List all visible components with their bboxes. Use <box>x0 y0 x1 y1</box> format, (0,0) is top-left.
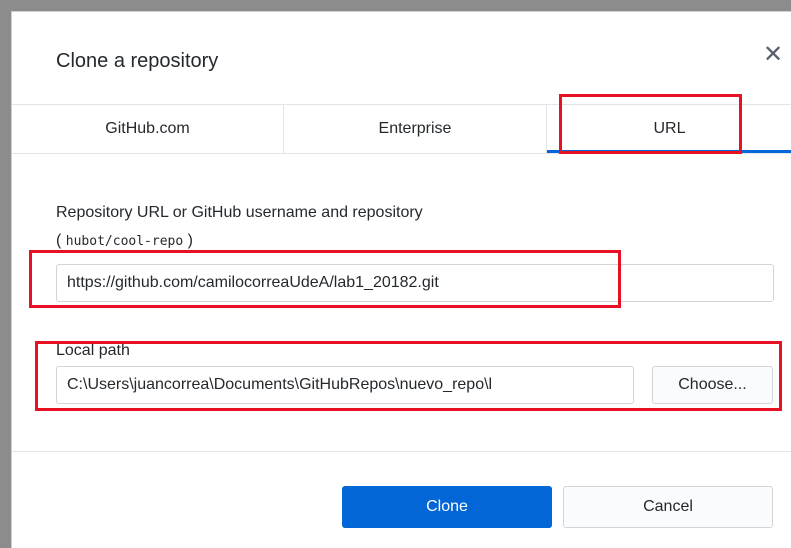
local-path-label: Local path <box>56 342 130 359</box>
footer-divider <box>12 451 791 452</box>
tab-enterprise[interactable]: Enterprise <box>284 105 547 153</box>
local-path-input[interactable]: C:\Users\juancorrea\Documents\GitHubRepo… <box>56 366 634 404</box>
tab-github-com[interactable]: GitHub.com <box>12 105 284 153</box>
close-icon[interactable]: ✕ <box>760 42 786 68</box>
repository-url-input[interactable]: https://github.com/camilocorreaUdeA/lab1… <box>56 264 774 302</box>
repository-url-label: Repository URL or GitHub username and re… <box>56 204 423 221</box>
repository-url-hint: ( hubot/cool-repo ) <box>56 232 193 250</box>
choose-button[interactable]: Choose... <box>652 366 773 404</box>
tab-bar: GitHub.com Enterprise URL <box>12 105 791 154</box>
clone-button[interactable]: Clone <box>342 486 552 528</box>
cancel-button[interactable]: Cancel <box>563 486 773 528</box>
dialog-title: Clone a repository <box>56 50 219 72</box>
hint-open-paren: ( <box>56 232 66 249</box>
hint-example-code: hubot/cool-repo <box>65 234 184 249</box>
hint-close-paren: ) <box>183 232 193 249</box>
tab-url[interactable]: URL <box>547 105 791 153</box>
clone-repository-dialog: Clone a repository ✕ GitHub.com Enterpri… <box>11 11 791 548</box>
dialog-header: Clone a repository ✕ <box>12 12 791 105</box>
